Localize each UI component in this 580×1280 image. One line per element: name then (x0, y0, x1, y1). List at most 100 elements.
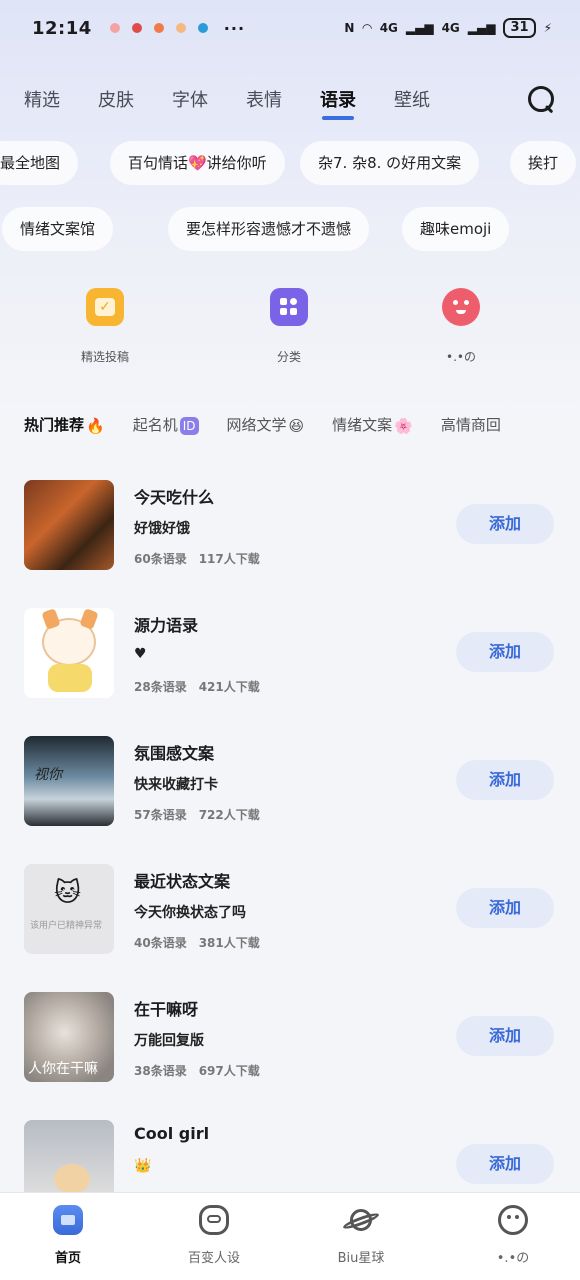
item-download-count: 381人下载 (198, 936, 260, 950)
item-download-count: 117人下载 (198, 552, 260, 566)
nav-0[interactable]: 首页 (8, 1203, 128, 1266)
chip-row2-item[interactable]: 情绪文案馆 (2, 207, 114, 251)
add-button[interactable]: 添加 (456, 632, 554, 672)
item-subtitle: ♥ (134, 646, 147, 662)
add-button[interactable]: 添加 (456, 888, 554, 928)
chip-row1-item[interactable]: 百句情话💖讲给你听 (110, 141, 285, 185)
item-meta: 57条语录 722人下载 (134, 806, 260, 823)
add-button[interactable]: 添加 (456, 760, 554, 800)
notification-icon (197, 23, 208, 33)
item-title[interactable]: 在干嘛呀 (134, 996, 198, 1020)
chip-row-1: 最全地图 百句情话💖讲给你听 杂7. 杂8. の好用文案 挨打 (0, 141, 580, 185)
status-right: N ◠ 4G ▂▄▆ 4G ▂▄▆ 31 ⚡ (344, 18, 552, 38)
notification-icon (131, 23, 142, 33)
list-item: 视你 氛围感文案快来收藏打卡 57条语录 722人下载 添加 (0, 734, 580, 830)
add-button[interactable]: 添加 (456, 1016, 554, 1056)
item-title[interactable]: 最近状态文案 (134, 868, 230, 892)
add-button[interactable]: 添加 (456, 504, 554, 544)
category-0[interactable]: ✓ 精选投稿 (45, 288, 165, 365)
hot-filter-label: 情绪文案 (332, 416, 393, 434)
smiley-face-icon (442, 288, 480, 326)
chip-row1-item[interactable]: 杂7. 杂8. の好用文案 (300, 141, 480, 185)
hot-filter-1[interactable]: 起名机 ID (133, 414, 199, 435)
cat-sketch-icon: 🐱 (54, 878, 82, 908)
tab-5[interactable]: 壁纸 (394, 86, 430, 112)
wifi-icon: ◠ (362, 21, 372, 35)
status-bar: 12:14 ··· N ◠ 4G ▂▄▆ 4G ▂▄▆ 31 ⚡ (0, 0, 580, 56)
item-quote-count: 57条语录 (134, 808, 187, 822)
item-meta: 60条语录 117人下载 (134, 550, 260, 567)
grid-icon (270, 288, 308, 326)
tab-0[interactable]: 精选 (24, 86, 60, 112)
item-download-count: 421人下载 (198, 680, 260, 694)
search-icon[interactable] (526, 84, 556, 114)
item-quote-count: 60条语录 (134, 552, 187, 566)
item-subtitle: 万能回复版 (134, 1033, 204, 1049)
tab-2[interactable]: 字体 (172, 86, 208, 112)
chip-row1-item[interactable]: 最全地图 (0, 141, 79, 185)
more-notifications: ··· (223, 18, 246, 38)
hot-filter-label: 起名机 (132, 416, 178, 434)
category-label: 精选投稿 (80, 350, 129, 364)
nav-label: 首页 (54, 1251, 81, 1266)
item-download-count: 697人下载 (198, 1064, 260, 1078)
signal-icon: ▂▄▆ (467, 21, 496, 35)
hot-filter-3[interactable]: 情绪文案 🌸 (332, 414, 413, 435)
battery-icon: 31 (503, 18, 536, 38)
heart-shield-icon: ✓ (86, 288, 124, 326)
item-thumbnail[interactable] (24, 480, 114, 570)
item-title[interactable]: 源力语录 (134, 612, 198, 636)
category-1[interactable]: 分类 (229, 288, 349, 365)
category-2[interactable]: •.•の (401, 288, 521, 365)
item-thumbnail[interactable]: 该用户已精神异常 🐱 (24, 864, 114, 954)
item-subtitle: 👑 (134, 1158, 152, 1174)
item-title[interactable]: 今天吃什么 (134, 484, 214, 508)
hot-filter-4[interactable]: 高情商回 (441, 414, 501, 435)
item-subtitle: 今天你换状态了吗 (134, 905, 246, 921)
hot-filter-label: 热门推荐 (24, 416, 85, 434)
notification-icons: ··· (109, 18, 246, 38)
notification-icon (175, 23, 186, 33)
item-title[interactable]: 氛围感文案 (134, 740, 214, 764)
list-item: 今天吃什么 好饿好饿 60条语录 117人下载 添加 (0, 478, 580, 574)
hot-filter-2[interactable]: 网络文学 😆 (227, 414, 305, 435)
add-button[interactable]: 添加 (456, 1144, 554, 1184)
id-badge: ID (179, 416, 199, 435)
chip-row2-item[interactable]: 趣味emoji (402, 207, 510, 251)
signal-label: 4G (379, 21, 398, 35)
item-thumbnail[interactable]: 人你在干嘛 (24, 992, 114, 1082)
nav-1[interactable]: 百变人设 (154, 1203, 274, 1266)
hot-filter-bar: 热门推荐 🔥 起名机 ID 网络文学 😆 情绪文案 🌸 高情商回 (24, 414, 580, 444)
thumbnail-caption: 视你 (34, 767, 62, 783)
category-label: 分类 (276, 350, 301, 364)
list-item: 源力语录 ♥ 28条语录 421人下载 添加 (0, 606, 580, 702)
item-title[interactable]: Cool girl (134, 1124, 209, 1143)
tab-4[interactable]: 语录 (320, 86, 356, 120)
item-thumbnail[interactable] (24, 608, 114, 698)
item-quote-count: 28条语录 (134, 680, 187, 694)
signal-icon: ▂▄▆ (405, 21, 434, 35)
list-item: 该用户已精神异常 🐱 最近状态文案 今天你换状态了吗 40条语录 381人下载 添加 (0, 862, 580, 958)
tab-3[interactable]: 表情 (246, 86, 282, 112)
emoji-badge: 🌸 (394, 416, 413, 435)
signal-label-2: 4G (441, 21, 460, 35)
status-time: 12:14 (32, 17, 92, 39)
hot-filter-label: 网络文学 (226, 416, 287, 434)
nav-3[interactable]: •.•の (453, 1203, 573, 1266)
nav-2[interactable]: Biu星球 (301, 1203, 421, 1266)
top-tabs: 精选 皮肤 字体 表情 语录 壁纸 (24, 84, 556, 120)
chip-row1-item[interactable]: 挨打 (510, 141, 577, 185)
item-subtitle: 快来收藏打卡 (134, 777, 218, 793)
chip-row2-item[interactable]: 要怎样形容遗憾才不遗憾 (168, 207, 370, 251)
emoji-badge: 🔥 (86, 416, 105, 435)
nav-label: Biu星球 (337, 1251, 385, 1266)
item-download-count: 722人下载 (198, 808, 260, 822)
item-thumbnail[interactable]: 视你 (24, 736, 114, 826)
nav-label: 百变人设 (187, 1251, 240, 1266)
category-label: •.•の (446, 350, 476, 364)
emoji-badge: 😆 (288, 416, 305, 435)
hot-filter-0[interactable]: 热门推荐 🔥 (24, 414, 105, 435)
thumbnail-caption: 该用户已精神异常 (30, 921, 103, 931)
face-icon (496, 1203, 530, 1237)
tab-1[interactable]: 皮肤 (98, 86, 134, 112)
